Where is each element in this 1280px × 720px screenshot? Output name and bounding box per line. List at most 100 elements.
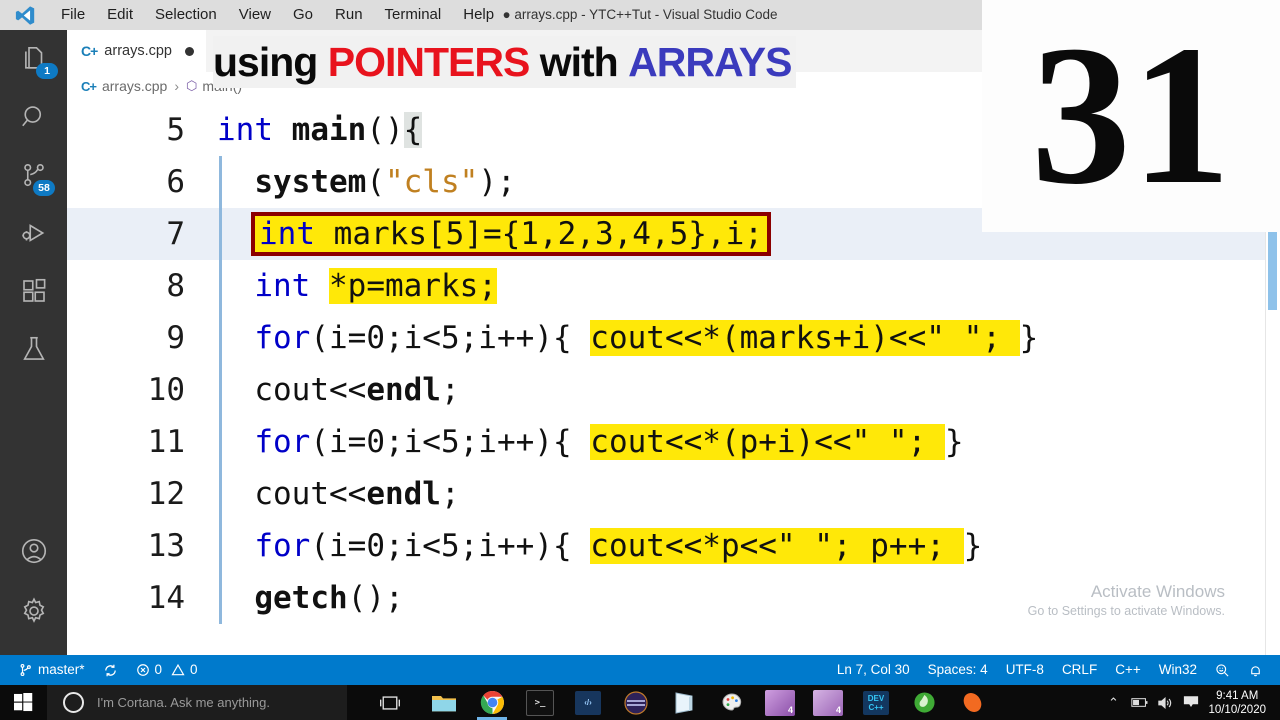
task-view-icon[interactable] <box>370 685 410 720</box>
taskbar-app-orange-oval[interactable] <box>948 685 996 720</box>
menu-edit[interactable]: Edit <box>96 0 144 30</box>
status-encoding[interactable]: UTF-8 <box>997 655 1053 685</box>
taskbar-app-command-prompt[interactable]: >_ <box>516 685 564 720</box>
status-problems[interactable]: 0 0 <box>127 655 207 685</box>
extensions-icon <box>22 278 45 302</box>
menu-run[interactable]: Run <box>324 0 374 30</box>
taskbar-app-media-4[interactable]: 4 <box>756 685 804 720</box>
code-tail: } <box>1019 320 1039 356</box>
clock-date: 10/10/2020 <box>1208 703 1266 716</box>
source-control-badge: 58 <box>33 180 55 196</box>
indent-guide <box>219 208 222 260</box>
sync-icon <box>104 664 116 676</box>
task-view-glyph <box>380 695 400 710</box>
command-prompt-icon: >_ <box>526 689 554 716</box>
taskbar-app-media-4b[interactable]: 4 <box>804 685 852 720</box>
title-word-with: with <box>539 38 619 85</box>
taskbar-clock[interactable]: 9:41 AM 10/10/2020 <box>1204 689 1274 717</box>
code-c: ; <box>440 372 460 408</box>
taskbar-app-purple-disc[interactable] <box>612 685 660 720</box>
cortana-placeholder: I'm Cortana. Ask me anything. <box>97 695 271 710</box>
tab-arrays-cpp[interactable]: C+ arrays.cpp <box>67 30 206 72</box>
status-notifications[interactable] <box>1239 663 1272 678</box>
code-text: getch(); <box>217 572 403 624</box>
sidebar-item-explorer[interactable]: 1 <box>0 30 67 88</box>
status-feedback[interactable] <box>1206 663 1239 678</box>
windows-start-icon[interactable] <box>0 685 47 720</box>
line-number: 9 <box>166 320 185 356</box>
menu-bar[interactable]: File Edit Selection View Go Run Terminal… <box>50 0 505 30</box>
line-number: 6 <box>166 164 185 200</box>
activity-bar: 1 58 <box>0 30 67 655</box>
code-keyword: for <box>254 424 311 460</box>
warning-icon <box>171 663 185 676</box>
code-tail: } <box>944 424 964 460</box>
sidebar-item-run-debug[interactable] <box>0 204 67 262</box>
status-language-mode[interactable]: C++ <box>1106 655 1150 685</box>
code-text: cout<<endl; <box>217 468 459 520</box>
status-error-count: 0 <box>154 662 163 677</box>
menu-go[interactable]: Go <box>282 0 324 30</box>
system-tray: ⌃ 9:41 AM 10/10/2020 <box>1100 685 1280 720</box>
taskbar-app-green-leaf[interactable] <box>900 685 948 720</box>
start-logo-glyph <box>14 693 33 712</box>
menu-selection[interactable]: Selection <box>144 0 228 30</box>
sidebar-item-search[interactable] <box>0 88 67 146</box>
line-number: 13 <box>147 528 185 564</box>
code-line-10: 10 cout<<endl; <box>67 364 1280 416</box>
status-cursor-position[interactable]: Ln 7, Col 30 <box>828 655 919 685</box>
taskbar-app-icons: >_ ‹/› 4 4 DEV C++ <box>420 685 996 720</box>
cube-symbol-icon: ⬡ <box>186 78 198 93</box>
menu-file[interactable]: File <box>50 0 96 30</box>
windows-taskbar: I'm Cortana. Ask me anything. >_ ‹/› 4 4… <box>0 685 1280 720</box>
taskbar-app-dev-cpp[interactable]: DEV C++ <box>852 685 900 720</box>
breadcrumb-file[interactable]: arrays.cpp <box>102 78 167 94</box>
taskbar-app-code-editor[interactable]: ‹/› <box>564 685 612 720</box>
taskbar-app-paint[interactable] <box>708 685 756 720</box>
code-rest: marks[5]={1,2,3,4,5},i; <box>315 216 763 252</box>
watermark-subtitle: Go to Settings to activate Windows. <box>1027 604 1225 618</box>
sidebar-item-source-control[interactable]: 58 <box>0 146 67 204</box>
file-explorer-icon <box>432 695 456 711</box>
action-center-glyph <box>1184 696 1199 707</box>
highlight-line11: cout<<*(p+i)<<" "; <box>590 424 945 460</box>
code-cond: (i=0;i<5;i++){ <box>310 320 591 356</box>
menu-help[interactable]: Help <box>452 0 505 30</box>
code-line-11: 11 for(i=0;i<5;i++){ cout<<*(p+i)<<" "; … <box>67 416 1280 468</box>
activate-windows-watermark: Activate Windows Go to Settings to activ… <box>1028 581 1225 620</box>
sidebar-item-extensions[interactable] <box>0 262 67 320</box>
menu-view[interactable]: View <box>228 0 282 30</box>
code-a: cout<< <box>254 372 367 408</box>
tab-dirty-indicator[interactable] <box>185 46 194 56</box>
code-string: "cls" <box>384 164 479 200</box>
sidebar-item-settings[interactable] <box>0 582 67 640</box>
status-platform[interactable]: Win32 <box>1150 655 1206 685</box>
code-cond: (i=0;i<5;i++){ <box>310 424 591 460</box>
taskbar-app-onenote[interactable] <box>660 685 708 720</box>
menu-terminal[interactable]: Terminal <box>374 0 453 30</box>
title-word-pointers: POINTERS <box>327 38 531 85</box>
status-sync[interactable] <box>94 663 127 678</box>
volume-icon[interactable] <box>1152 685 1178 720</box>
tab-label: arrays.cpp <box>104 43 172 59</box>
code-line-9: 9 for(i=0;i<5;i++){ cout<<*(marks+i)<<" … <box>67 312 1280 364</box>
taskbar-app-chrome[interactable] <box>468 685 516 720</box>
code-rest: () <box>366 112 404 148</box>
show-hidden-icons-chevron[interactable]: ⌃ <box>1100 685 1126 720</box>
status-eol[interactable]: CRLF <box>1053 655 1106 685</box>
taskbar-app-file-explorer[interactable] <box>420 685 468 720</box>
error-icon <box>136 664 149 676</box>
cortana-search-box[interactable]: I'm Cortana. Ask me anything. <box>47 685 347 720</box>
action-center-icon[interactable] <box>1178 685 1204 720</box>
line-number: 10 <box>147 372 185 408</box>
status-branch[interactable]: master* <box>10 655 94 685</box>
line-number: 14 <box>147 580 185 616</box>
battery-icon[interactable] <box>1126 685 1152 720</box>
sidebar-item-testing[interactable] <box>0 320 67 378</box>
status-indentation[interactable]: Spaces: 4 <box>919 655 997 685</box>
video-title-overlay: using POINTERS with ARRAYS <box>213 36 796 88</box>
sidebar-item-accounts[interactable] <box>0 522 67 580</box>
line-number: 7 <box>166 216 185 252</box>
